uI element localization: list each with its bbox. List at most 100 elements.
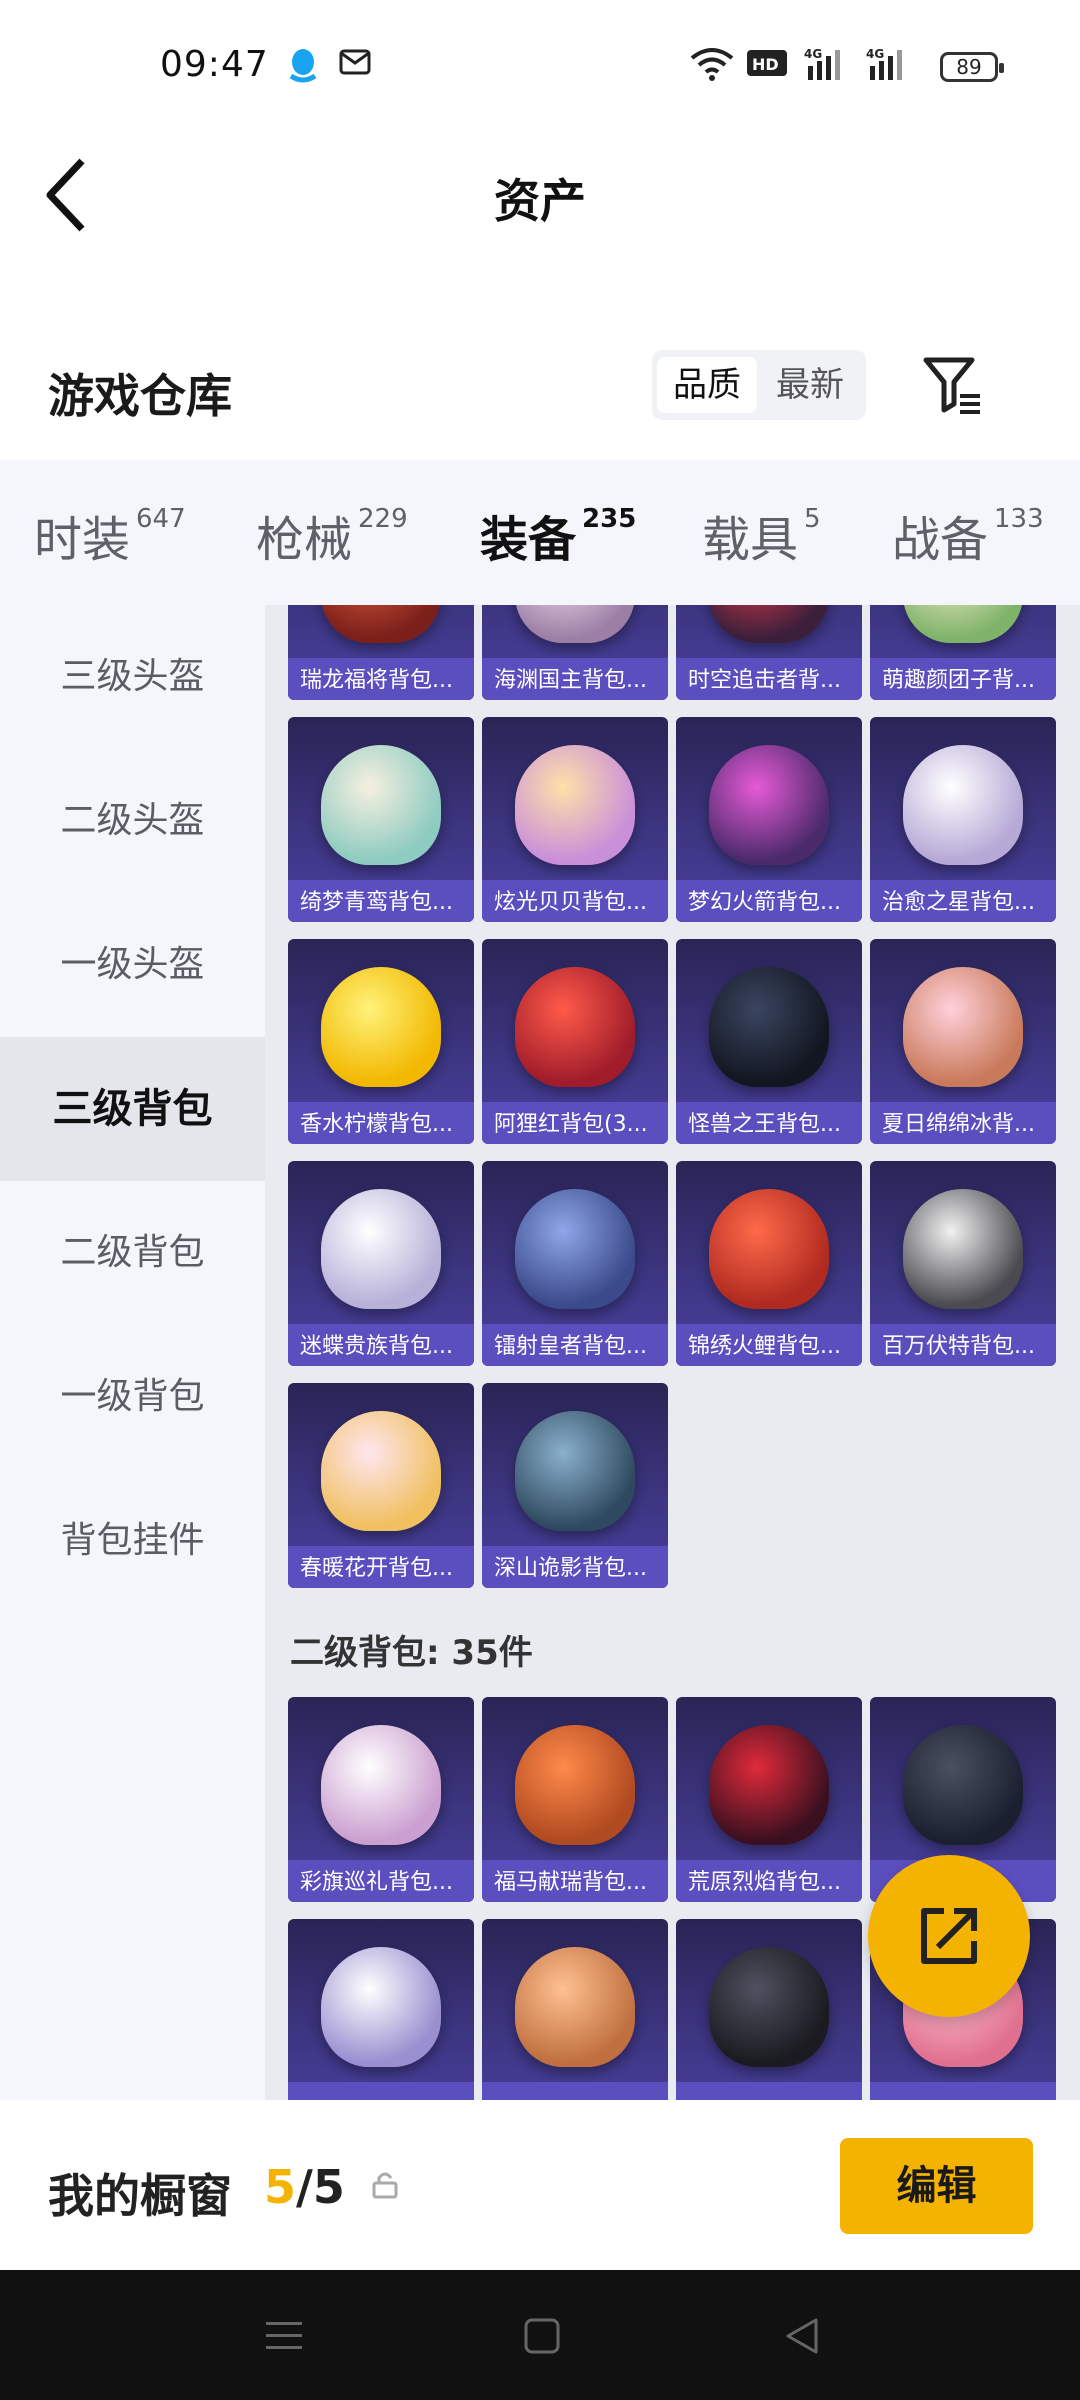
backpack-thumbnail xyxy=(321,605,441,643)
backpack-thumbnail xyxy=(515,605,635,643)
category-tabs: 时装 647 枪械 229 装备 235 载具 5 战备 133 xyxy=(0,460,1080,616)
sidebar-item-backpack-charm[interactable]: 背包挂件 xyxy=(0,1469,265,1613)
item-name: 阿狸红背包(3... xyxy=(494,1112,648,1137)
item-name: 夏日绵绵冰背... xyxy=(882,1112,1035,1137)
item-name: 锦绣火鲤背包... xyxy=(688,1334,841,1359)
item-card[interactable]: 萌趣颜团子背... xyxy=(870,605,1056,700)
item-card[interactable] xyxy=(676,1919,862,2100)
item-name: 治愈之星背包... xyxy=(882,890,1035,915)
backpack-thumbnail xyxy=(515,1189,635,1309)
sidebar-item-level3-backpack[interactable]: 三级背包 xyxy=(0,1037,265,1181)
item-card[interactable]: 彩旗巡礼背包... xyxy=(288,1697,474,1902)
backpack-thumbnail xyxy=(321,1189,441,1309)
item-card[interactable]: 时空追击者背... xyxy=(676,605,862,700)
tab-gear[interactable]: 战备 133 xyxy=(892,500,1044,570)
share-fab-button[interactable] xyxy=(868,1855,1030,2017)
backpack-thumbnail xyxy=(903,1725,1023,1845)
sidebar-item-level1-helmet[interactable]: 一级头盔 xyxy=(0,893,265,1037)
backpack-thumbnail xyxy=(515,1725,635,1845)
item-card[interactable]: 福马献瑞背包... xyxy=(482,1697,668,1902)
lock-icon xyxy=(372,2172,398,2199)
backpack-thumbnail xyxy=(709,745,829,865)
sidebar-item-level3-helmet[interactable]: 三级头盔 xyxy=(0,605,265,749)
backpack-thumbnail xyxy=(515,967,635,1087)
back-icon[interactable] xyxy=(780,2314,824,2358)
item-card[interactable]: 夏日绵绵冰背... xyxy=(870,939,1056,1144)
item-card[interactable]: 治愈之星背包... xyxy=(870,717,1056,922)
showcase-label: 我的橱窗 xyxy=(48,2169,232,2223)
item-card[interactable]: 瑞龙福将背包... xyxy=(288,605,474,700)
item-name: 百万伏特背包... xyxy=(882,1334,1035,1359)
sub-category-sidebar: 三级头盔 二级头盔 一级头盔 三级背包 二级背包 一级背包 背包挂件 xyxy=(0,605,265,2100)
item-name: 迷蝶贵族背包... xyxy=(300,1334,453,1359)
system-nav-bar xyxy=(0,2270,1080,2400)
tab-fashion[interactable]: 时装 647 xyxy=(34,500,186,570)
item-card[interactable]: 梦幻火箭背包... xyxy=(676,717,862,922)
item-card[interactable]: 绮梦青鸾背包... xyxy=(288,717,474,922)
tab-guns[interactable]: 枪械 229 xyxy=(256,500,408,570)
item-card[interactable]: 深山诡影背包... xyxy=(482,1383,668,1588)
item-name: 香水柠檬背包... xyxy=(300,1112,453,1137)
item-name: 怪兽之王背包... xyxy=(688,1112,841,1137)
showcase-count: 5/5 xyxy=(264,2160,345,2214)
menu-icon[interactable] xyxy=(262,2316,306,2356)
item-label-bar xyxy=(482,2082,668,2100)
app-header: 资产 xyxy=(0,135,1080,270)
item-name: 彩旗巡礼背包... xyxy=(300,1870,453,1895)
item-label-bar xyxy=(288,2082,474,2100)
item-name: 镭射皇者背包... xyxy=(494,1334,647,1359)
item-card[interactable]: 怪兽之王背包... xyxy=(676,939,862,1144)
filter-icon[interactable] xyxy=(920,352,986,418)
wifi-icon xyxy=(690,48,734,81)
item-name: 萌趣颜团子背... xyxy=(882,668,1035,693)
tab-vehicles[interactable]: 载具 5 xyxy=(702,500,821,570)
item-label-bar xyxy=(870,2082,1056,2100)
svg-text:4G: 4G xyxy=(804,47,822,61)
status-time: 09:47 xyxy=(160,44,269,85)
backpack-thumbnail xyxy=(903,605,1023,643)
edit-button[interactable]: 编辑 xyxy=(840,2138,1033,2234)
backpack-thumbnail xyxy=(515,1411,635,1531)
backpack-thumbnail xyxy=(709,605,829,643)
item-card[interactable]: 香水柠檬背包... xyxy=(288,939,474,1144)
battery-icon: 89 xyxy=(940,52,1004,82)
sidebar-item-level2-helmet[interactable]: 二级头盔 xyxy=(0,749,265,893)
backpack-thumbnail xyxy=(903,745,1023,865)
home-icon[interactable] xyxy=(520,2314,564,2358)
backpack-thumbnail xyxy=(709,1947,829,2067)
page-title: 资产 xyxy=(494,174,586,228)
sort-latest-button[interactable]: 最新 xyxy=(760,357,860,413)
item-card[interactable]: 镭射皇者背包... xyxy=(482,1161,668,1366)
sort-quality-button[interactable]: 品质 xyxy=(657,357,757,413)
item-name: 时空追击者背... xyxy=(688,668,841,693)
item-name: 炫光贝贝背包... xyxy=(494,890,647,915)
qq-icon xyxy=(289,49,317,83)
warehouse-header: 游戏仓库 品质 最新 xyxy=(0,270,1080,460)
sort-toggle: 品质 最新 xyxy=(652,350,866,420)
item-card[interactable]: 海渊国主背包... xyxy=(482,605,668,700)
item-card[interactable] xyxy=(288,1919,474,2100)
status-bar: 09:47 HD 4G 4G 89 xyxy=(0,0,1080,135)
item-name: 瑞龙福将背包... xyxy=(300,668,453,693)
item-card[interactable]: 锦绣火鲤背包... xyxy=(676,1161,862,1366)
item-card[interactable]: 迷蝶贵族背包... xyxy=(288,1161,474,1366)
item-name: 梦幻火箭背包... xyxy=(688,890,841,915)
backpack-thumbnail xyxy=(321,1947,441,2067)
backpack-thumbnail xyxy=(321,1411,441,1531)
backpack-thumbnail xyxy=(321,967,441,1087)
item-card[interactable]: 春暖花开背包... xyxy=(288,1383,474,1588)
item-label-bar xyxy=(676,2082,862,2100)
item-card[interactable]: 炫光贝贝背包... xyxy=(482,717,668,922)
level2-group-title: 二级背包: 35件 xyxy=(290,1633,533,1673)
sidebar-item-level1-backpack[interactable]: 一级背包 xyxy=(0,1325,265,1469)
svg-text:HD: HD xyxy=(752,55,779,74)
item-name: 福马献瑞背包... xyxy=(494,1870,647,1895)
mail-icon xyxy=(339,49,371,75)
sidebar-item-level2-backpack[interactable]: 二级背包 xyxy=(0,1181,265,1325)
tab-equipment[interactable]: 装备 235 xyxy=(480,500,636,616)
item-card[interactable] xyxy=(482,1919,668,2100)
item-card[interactable]: 百万伏特背包... xyxy=(870,1161,1056,1366)
item-card[interactable]: 荒原烈焰背包... xyxy=(676,1697,862,1902)
item-card[interactable]: 阿狸红背包(3... xyxy=(482,939,668,1144)
backpack-thumbnail xyxy=(709,1725,829,1845)
